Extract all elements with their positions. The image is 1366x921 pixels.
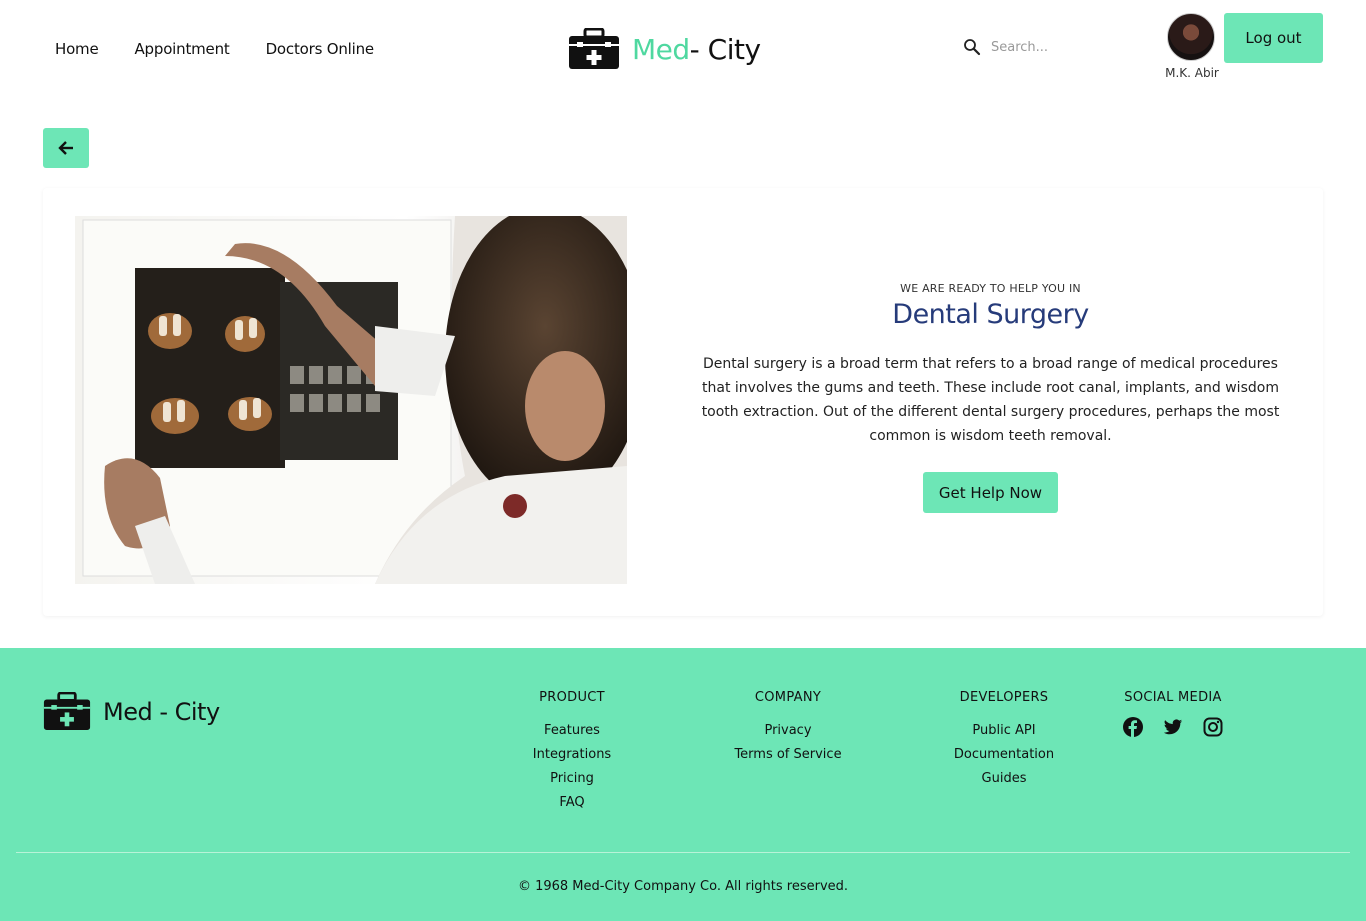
service-description: Dental surgery is a broad term that refe… xyxy=(701,356,1280,444)
dentist-xray-image xyxy=(75,216,627,584)
footer-brand-name: Med - City xyxy=(103,697,220,726)
footer-link-documentation[interactable]: Documentation xyxy=(914,743,1094,767)
footer-column-title: DEVELOPERS xyxy=(959,690,1049,705)
service-title: Dental Surgery xyxy=(892,299,1089,330)
user-name: M.K. Abir xyxy=(1165,66,1219,80)
footer-column-social: SOCIAL MEDIA xyxy=(1083,690,1263,737)
arrow-left-icon xyxy=(58,141,73,155)
service-content: WE ARE READY TO HELP YOU IN Dental Surge… xyxy=(683,282,1298,513)
logout-button[interactable]: Log out xyxy=(1224,13,1323,63)
twitter-icon[interactable] xyxy=(1163,717,1183,737)
footer-link-guides[interactable]: Guides xyxy=(914,767,1094,791)
back-button[interactable] xyxy=(43,128,89,168)
facebook-icon[interactable] xyxy=(1123,717,1143,737)
footer-column-developers: DEVELOPERS Public API Documentation Guid… xyxy=(914,690,1094,791)
get-help-now-button[interactable]: Get Help Now xyxy=(922,472,1059,513)
search-icon[interactable] xyxy=(963,38,981,56)
avatar[interactable] xyxy=(1167,13,1215,61)
brand-logo[interactable]: Med- City xyxy=(568,28,761,70)
main-nav: Home Appointment Doctors Online xyxy=(55,40,374,58)
copyright: © 1968 Med-City Company Co. All rights r… xyxy=(517,879,849,894)
social-links xyxy=(1083,717,1263,737)
footer-link-features[interactable]: Features xyxy=(482,719,662,743)
footer-column-title: COMPANY xyxy=(754,690,822,705)
footer-link-pricing[interactable]: Pricing xyxy=(482,767,662,791)
header: Home Appointment Doctors Online Med- Cit… xyxy=(0,0,1366,100)
footer-link-terms[interactable]: Terms of Service xyxy=(698,743,878,767)
footer-divider xyxy=(16,852,1350,853)
footer-link-public-api[interactable]: Public API xyxy=(914,719,1094,743)
footer-column-title: PRODUCT xyxy=(539,690,605,705)
medical-kit-icon xyxy=(43,692,91,730)
footer-link-privacy[interactable]: Privacy xyxy=(698,719,878,743)
footer-link-faq[interactable]: FAQ xyxy=(482,791,662,815)
service-card: WE ARE READY TO HELP YOU IN Dental Surge… xyxy=(43,188,1323,616)
footer-column-title: SOCIAL MEDIA xyxy=(1124,690,1222,705)
medical-kit-icon xyxy=(569,28,619,69)
search-bar xyxy=(963,38,1131,56)
footer-column-company: COMPANY Privacy Terms of Service xyxy=(698,690,878,767)
service-kicker: WE ARE READY TO HELP YOU IN xyxy=(900,282,1081,295)
footer-column-product: PRODUCT Features Integrations Pricing FA… xyxy=(482,690,662,815)
search-input[interactable] xyxy=(991,39,1131,55)
nav-appointment-link[interactable]: Appointment xyxy=(135,40,230,58)
footer-brand[interactable]: Med - City xyxy=(43,692,220,731)
nav-doctors-online-link[interactable]: Doctors Online xyxy=(266,40,375,58)
brand-name: Med- City xyxy=(632,32,761,66)
instagram-icon[interactable] xyxy=(1203,717,1223,737)
footer: Med - City PRODUCT Features Integrations… xyxy=(0,648,1366,921)
nav-home-link[interactable]: Home xyxy=(55,40,99,58)
footer-link-integrations[interactable]: Integrations xyxy=(482,743,662,767)
